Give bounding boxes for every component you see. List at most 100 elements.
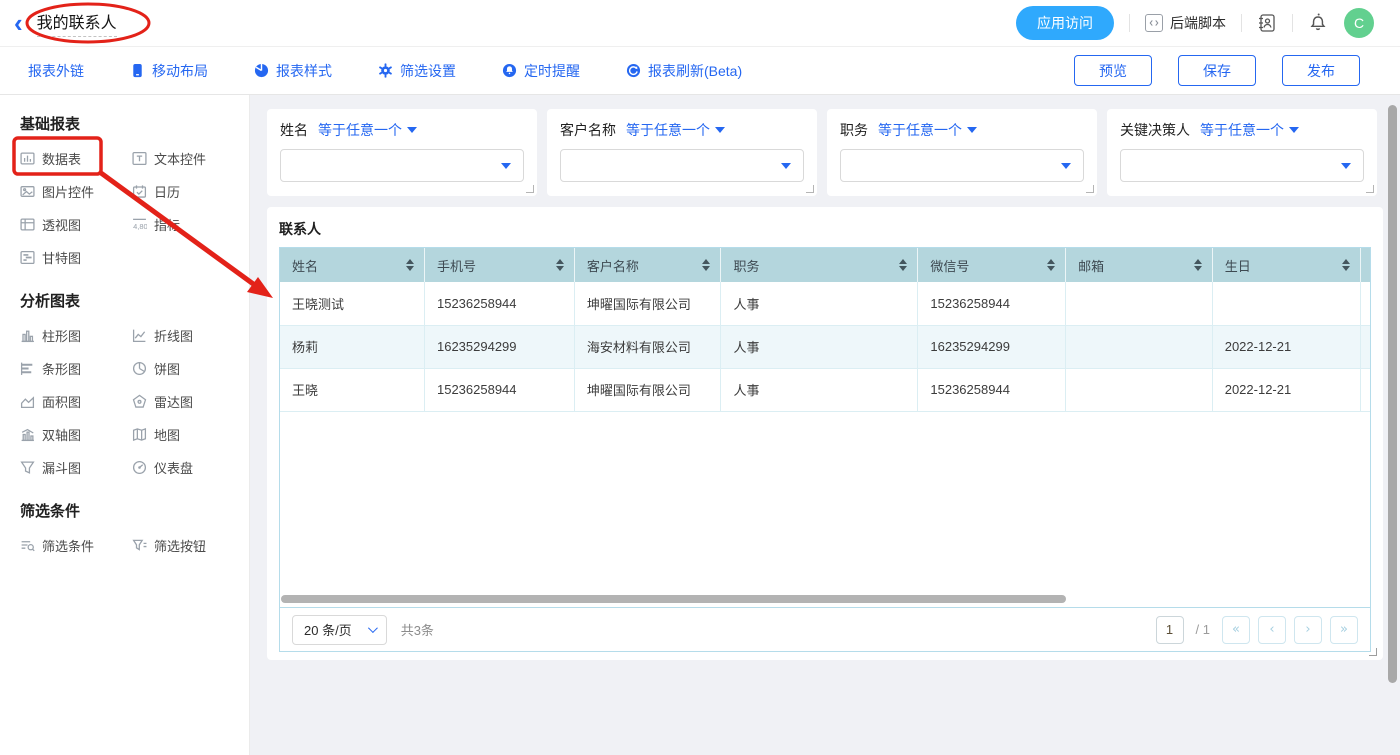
tab-filter-settings[interactable]: 筛选设置 (378, 61, 456, 81)
filter-condition-selector[interactable]: 等于任意一个 (626, 120, 725, 140)
sidebar-item-label: 透视图 (42, 215, 81, 234)
contacts-table-widget[interactable]: 联系人 姓名 手机号 客户名称 职务 微信号 邮箱 (267, 207, 1383, 660)
toolbar-actions: 预览 保存 发布 (1074, 55, 1360, 86)
user-avatar[interactable]: C (1344, 8, 1374, 38)
sidebar-item-dual-axis-chart[interactable]: 双轴图 (20, 418, 132, 451)
prev-page-button[interactable]: ‹ (1258, 616, 1286, 644)
sort-icon[interactable] (1194, 259, 1202, 271)
filter-value-select[interactable] (560, 149, 804, 182)
sidebar-item-pie-chart[interactable]: 饼图 (132, 352, 244, 385)
contacts-book-icon[interactable] (1257, 13, 1277, 33)
report-title[interactable]: 我的联系人 (37, 9, 117, 37)
resize-handle[interactable] (1369, 648, 1377, 656)
sidebar-item-label: 筛选按钮 (154, 536, 206, 555)
sort-icon[interactable] (556, 259, 564, 271)
filter-widget-job-title[interactable]: 职务 等于任意一个 (827, 109, 1097, 196)
preview-button[interactable]: 预览 (1074, 55, 1152, 86)
sidebar-item-text-widget[interactable]: 文本控件 (132, 142, 244, 175)
mobile-icon (130, 63, 145, 78)
app-access-button[interactable]: 应用访问 (1016, 6, 1114, 40)
save-button[interactable]: 保存 (1178, 55, 1256, 86)
filter-value-select[interactable] (280, 149, 524, 182)
tab-report-link[interactable]: 报表外链 (28, 61, 84, 81)
filter-condition-selector[interactable]: 等于任意一个 (878, 120, 977, 140)
publish-button[interactable]: 发布 (1282, 55, 1360, 86)
sidebar-item-data-table[interactable]: 数据表 (20, 142, 132, 175)
column-header-mobile[interactable]: 手机号 (424, 248, 574, 282)
last-page-button[interactable]: » (1330, 616, 1358, 644)
sidebar-item-label: 地图 (154, 425, 180, 444)
backend-script-button[interactable]: 后端脚本 (1145, 13, 1226, 33)
table-scrollbar-horizontal[interactable] (281, 595, 1066, 603)
canvas-scrollbar-vertical[interactable] (1388, 105, 1397, 683)
table-header-row: 姓名 手机号 客户名称 职务 微信号 邮箱 生日 性别 (280, 248, 1370, 282)
sort-icon[interactable] (1047, 259, 1055, 271)
content-area: 基础报表 数据表 文本控件 图片控件 日历 透视图 (0, 95, 1400, 755)
filter-value-select[interactable] (1120, 149, 1364, 182)
table-row[interactable]: 王晓15236258944 坤曜国际有限公司人事 15236258944 202… (280, 368, 1370, 411)
code-icon (1145, 14, 1163, 32)
chevron-down-icon (1289, 127, 1299, 133)
line-chart-icon (132, 328, 147, 343)
column-header-customer[interactable]: 客户名称 (574, 248, 721, 282)
tab-label: 移动布局 (152, 61, 208, 81)
sidebar-item-radar-chart[interactable]: 雷达图 (132, 385, 244, 418)
tab-timed-reminder[interactable]: 定时提醒 (502, 61, 580, 81)
column-header-email[interactable]: 邮箱 (1066, 248, 1213, 282)
current-page-input[interactable]: 1 (1156, 616, 1184, 644)
page-size-value: 20 条/页 (304, 620, 352, 639)
filter-widget-customer-name[interactable]: 客户名称 等于任意一个 (547, 109, 817, 196)
sidebar-item-gauge[interactable]: 仪表盘 (132, 451, 244, 484)
tab-label: 报表外链 (28, 61, 84, 81)
next-page-button[interactable]: › (1294, 616, 1322, 644)
sort-icon[interactable] (1342, 259, 1350, 271)
tab-report-style[interactable]: 报表样式 (254, 61, 332, 81)
filter-widget-name[interactable]: 姓名 等于任意一个 (267, 109, 537, 196)
toolbar-tabs: 报表外链 移动布局 报表样式 筛选设置 定时提醒 (28, 61, 742, 81)
sidebar-item-calendar[interactable]: 日历 (132, 175, 244, 208)
filter-condition-selector[interactable]: 等于任意一个 (318, 120, 417, 140)
sidebar-item-line-chart[interactable]: 折线图 (132, 319, 244, 352)
topbar-right: 应用访问 后端脚本 C (1016, 6, 1374, 40)
sidebar-item-gantt[interactable]: 甘特图 (20, 241, 132, 274)
column-header-name[interactable]: 姓名 (280, 248, 424, 282)
sidebar-item-area-chart[interactable]: 面积图 (20, 385, 132, 418)
sidebar-item-label: 面积图 (42, 392, 81, 411)
section-title-analysis-charts: 分析图表 (20, 290, 249, 311)
sidebar-item-column-chart[interactable]: 柱形图 (20, 319, 132, 352)
sidebar-item-pivot-table[interactable]: 透视图 (20, 208, 132, 241)
page-size-select[interactable]: 20 条/页 (292, 615, 387, 645)
sort-icon[interactable] (702, 259, 710, 271)
radar-chart-icon (132, 394, 147, 409)
table-row[interactable]: 王晓测试15236258944 坤曜国际有限公司人事 15236258944 (280, 282, 1370, 325)
sidebar-item-image-widget[interactable]: 图片控件 (20, 175, 132, 208)
column-header-wechat[interactable]: 微信号 (918, 248, 1066, 282)
sidebar-item-funnel-chart[interactable]: 漏斗图 (20, 451, 132, 484)
filter-value-select[interactable] (840, 149, 1084, 182)
column-header-gender[interactable]: 性别 (1361, 248, 1370, 282)
table-row[interactable]: 杨莉16235294299 海安材料有限公司人事 16235294299 202… (280, 325, 1370, 368)
svg-text:4,80: 4,80 (133, 222, 147, 231)
first-page-button[interactable]: « (1222, 616, 1250, 644)
sidebar-item-filter-condition[interactable]: 筛选条件 (20, 529, 132, 562)
sidebar-item-bar-chart[interactable]: 条形图 (20, 352, 132, 385)
sidebar-item-metric[interactable]: 4,80 指标 (132, 208, 244, 241)
column-header-birthday[interactable]: 生日 (1212, 248, 1361, 282)
sidebar-item-map[interactable]: 地图 (132, 418, 244, 451)
chevron-down-icon (781, 163, 791, 169)
bar-chart-icon (20, 361, 35, 376)
filter-button-icon (132, 538, 147, 553)
notification-bell-icon[interactable] (1308, 13, 1328, 33)
back-icon[interactable]: ‹ (14, 10, 23, 36)
column-header-job[interactable]: 职务 (721, 248, 918, 282)
sidebar-item-filter-button[interactable]: 筛选按钮 (132, 529, 244, 562)
filter-condition-selector[interactable]: 等于任意一个 (1200, 120, 1299, 140)
tab-report-refresh[interactable]: 报表刷新(Beta) (626, 61, 742, 81)
sidebar-item-label: 数据表 (42, 149, 81, 168)
text-widget-icon (132, 151, 147, 166)
sort-icon[interactable] (899, 259, 907, 271)
filter-widget-key-decision-maker[interactable]: 关键决策人 等于任意一个 (1107, 109, 1377, 196)
tab-mobile-layout[interactable]: 移动布局 (130, 61, 208, 81)
sort-icon[interactable] (406, 259, 414, 271)
tab-label: 筛选设置 (400, 61, 456, 81)
